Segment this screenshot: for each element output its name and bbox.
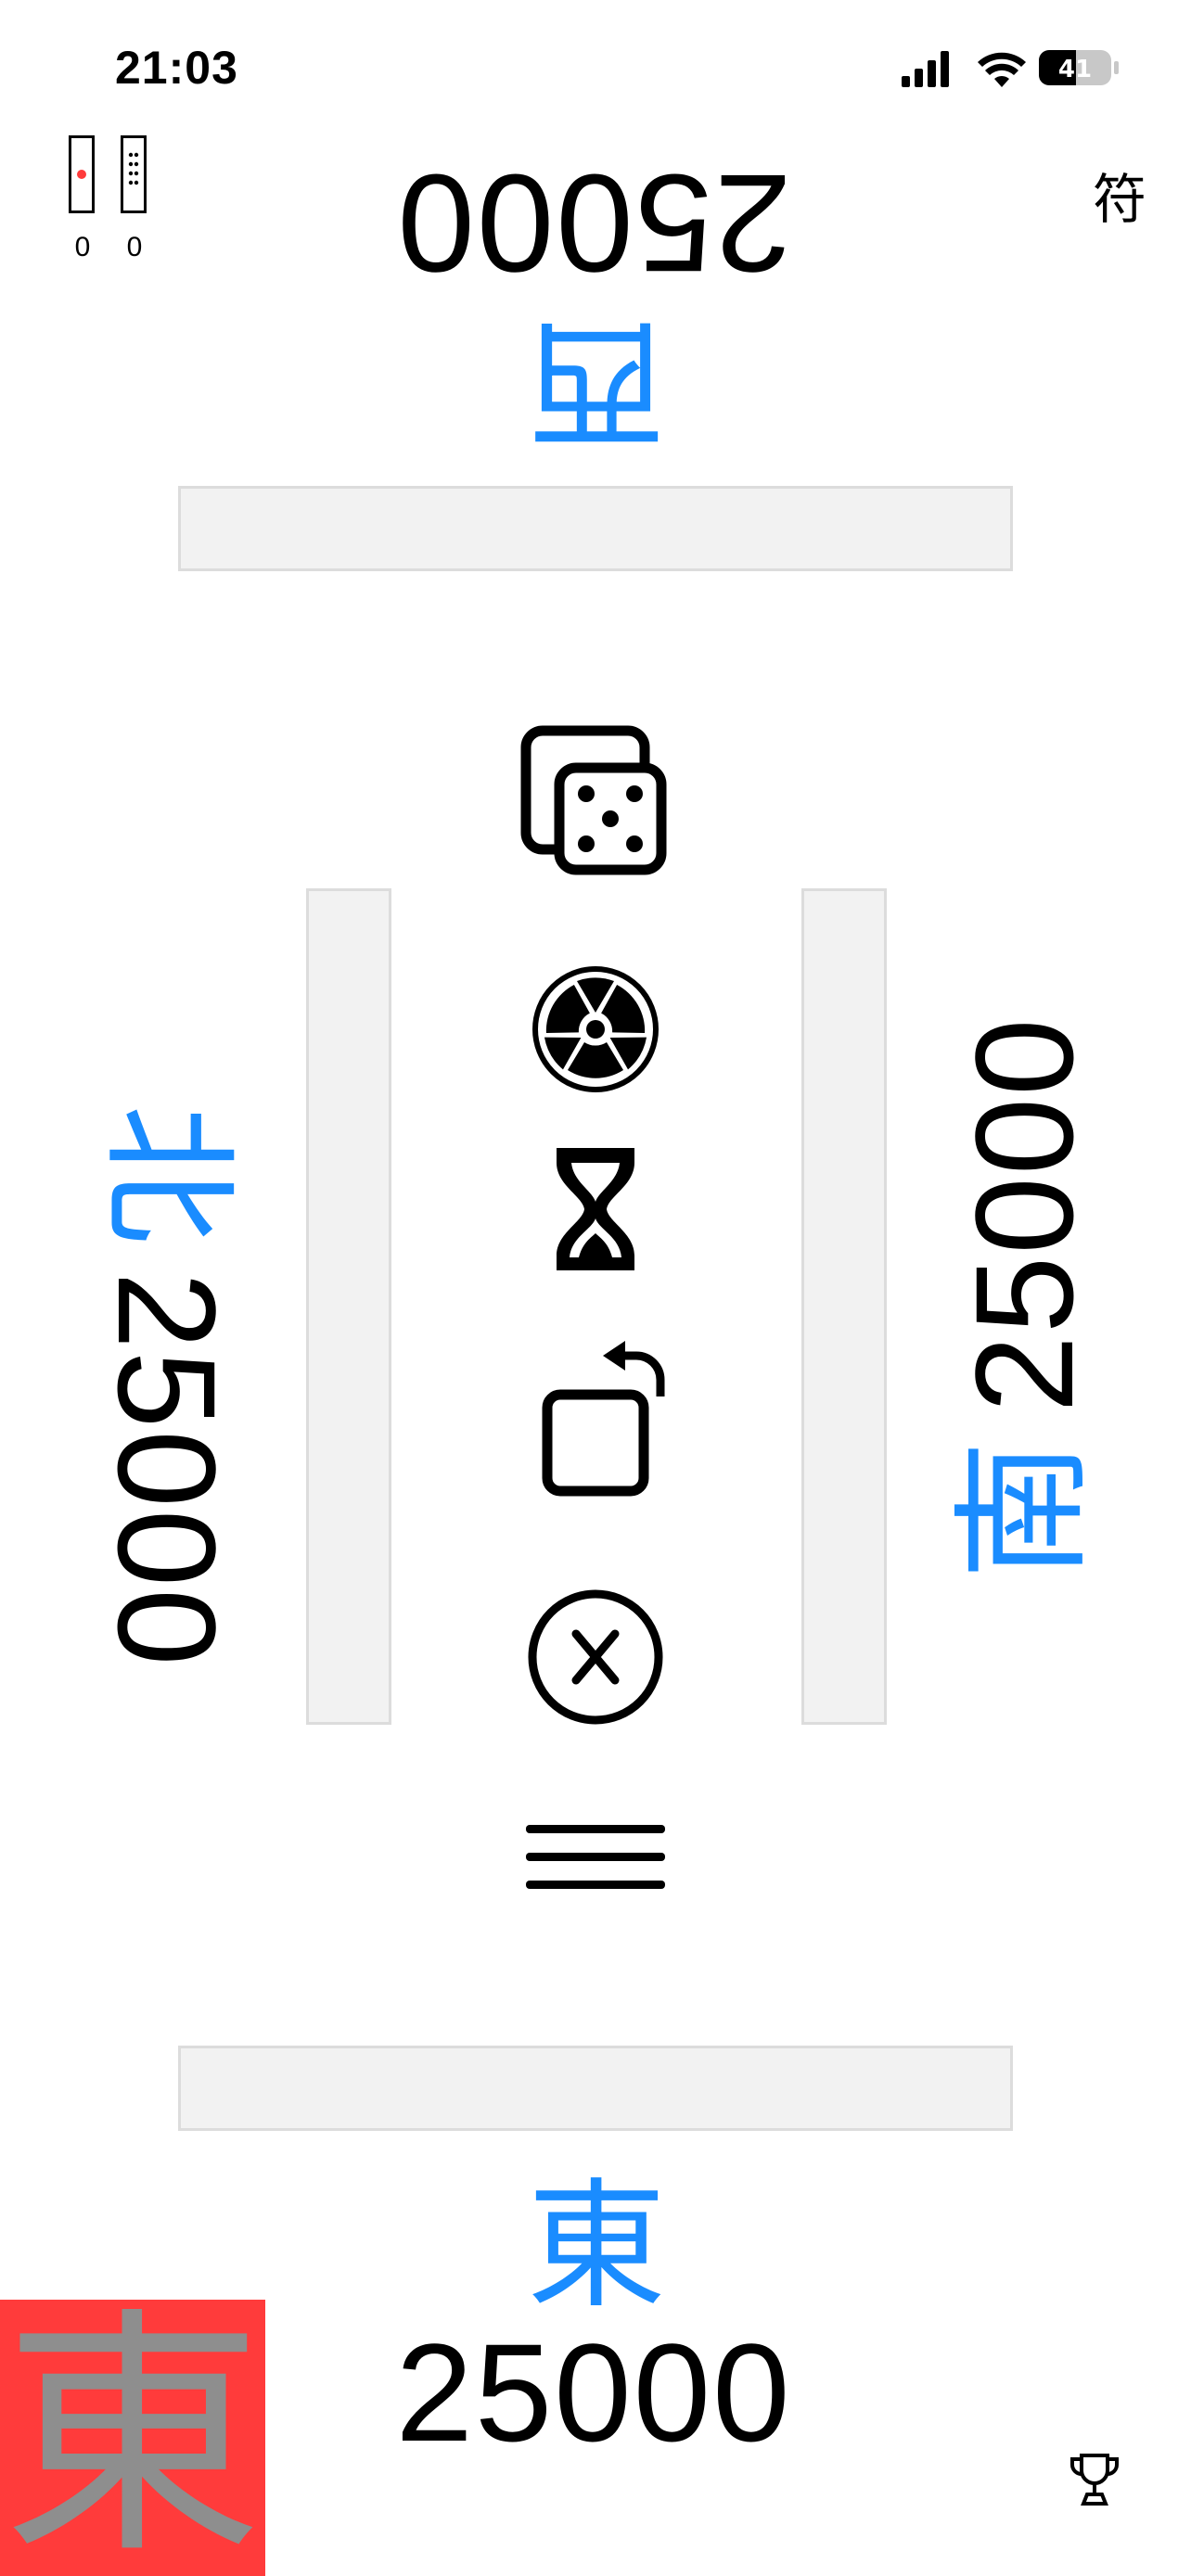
top-riichi-bar[interactable] — [178, 486, 1013, 571]
rotate-button[interactable] — [503, 1341, 688, 1498]
left-player[interactable]: 北 25000 — [86, 1104, 248, 1667]
rotate-icon — [542, 1341, 665, 1497]
right-player-wind: 南 — [943, 1440, 1105, 1580]
fu-button[interactable]: 符 — [1093, 156, 1146, 234]
honba-count: 0 — [126, 232, 143, 262]
radiation-button[interactable] — [503, 964, 688, 1094]
top-player-score[interactable]: 25000 — [380, 146, 807, 301]
trophy-icon — [1070, 2454, 1119, 2506]
riichi-stick-icon — [69, 135, 95, 213]
bottom-player-wind: 東 — [527, 2166, 667, 2327]
hourglass-icon — [557, 1148, 634, 1270]
bottom-riichi-bar[interactable] — [178, 2046, 1013, 2131]
trophy-button[interactable] — [1067, 2452, 1122, 2514]
timer-button[interactable] — [503, 1144, 688, 1274]
status-time: 21:03 — [115, 42, 238, 94]
dice-icon — [520, 725, 667, 875]
dice-button[interactable] — [503, 720, 688, 877]
right-riichi-bar[interactable] — [801, 888, 887, 1725]
close-circle-icon — [528, 1589, 663, 1725]
dealer-badge: 東 — [0, 2300, 265, 2576]
right-player-score: 25000 — [946, 1016, 1102, 1413]
honba-stick-icon — [121, 135, 147, 213]
menu-icon — [526, 1825, 665, 1889]
wifi-icon — [978, 52, 1026, 87]
close-button[interactable] — [503, 1588, 688, 1727]
status-icons: 41 — [900, 46, 1122, 89]
left-player-wind: 北 — [86, 1104, 248, 1244]
battery-level: 41 — [1058, 56, 1092, 83]
menu-button[interactable] — [503, 1819, 688, 1897]
left-riichi-bar[interactable] — [306, 888, 391, 1725]
signal-bars-icon — [902, 51, 949, 87]
riichi-count: 0 — [74, 232, 91, 262]
bottom-player-score[interactable]: 25000 — [380, 2323, 807, 2462]
dealer-wind: 東 — [3, 2300, 263, 2576]
top-player-wind: 西 — [526, 300, 666, 462]
right-player[interactable]: 南 25000 — [943, 1016, 1105, 1579]
battery-icon: 41 — [1039, 50, 1119, 85]
radiation-icon — [532, 966, 659, 1092]
left-player-score: 25000 — [89, 1271, 245, 1668]
